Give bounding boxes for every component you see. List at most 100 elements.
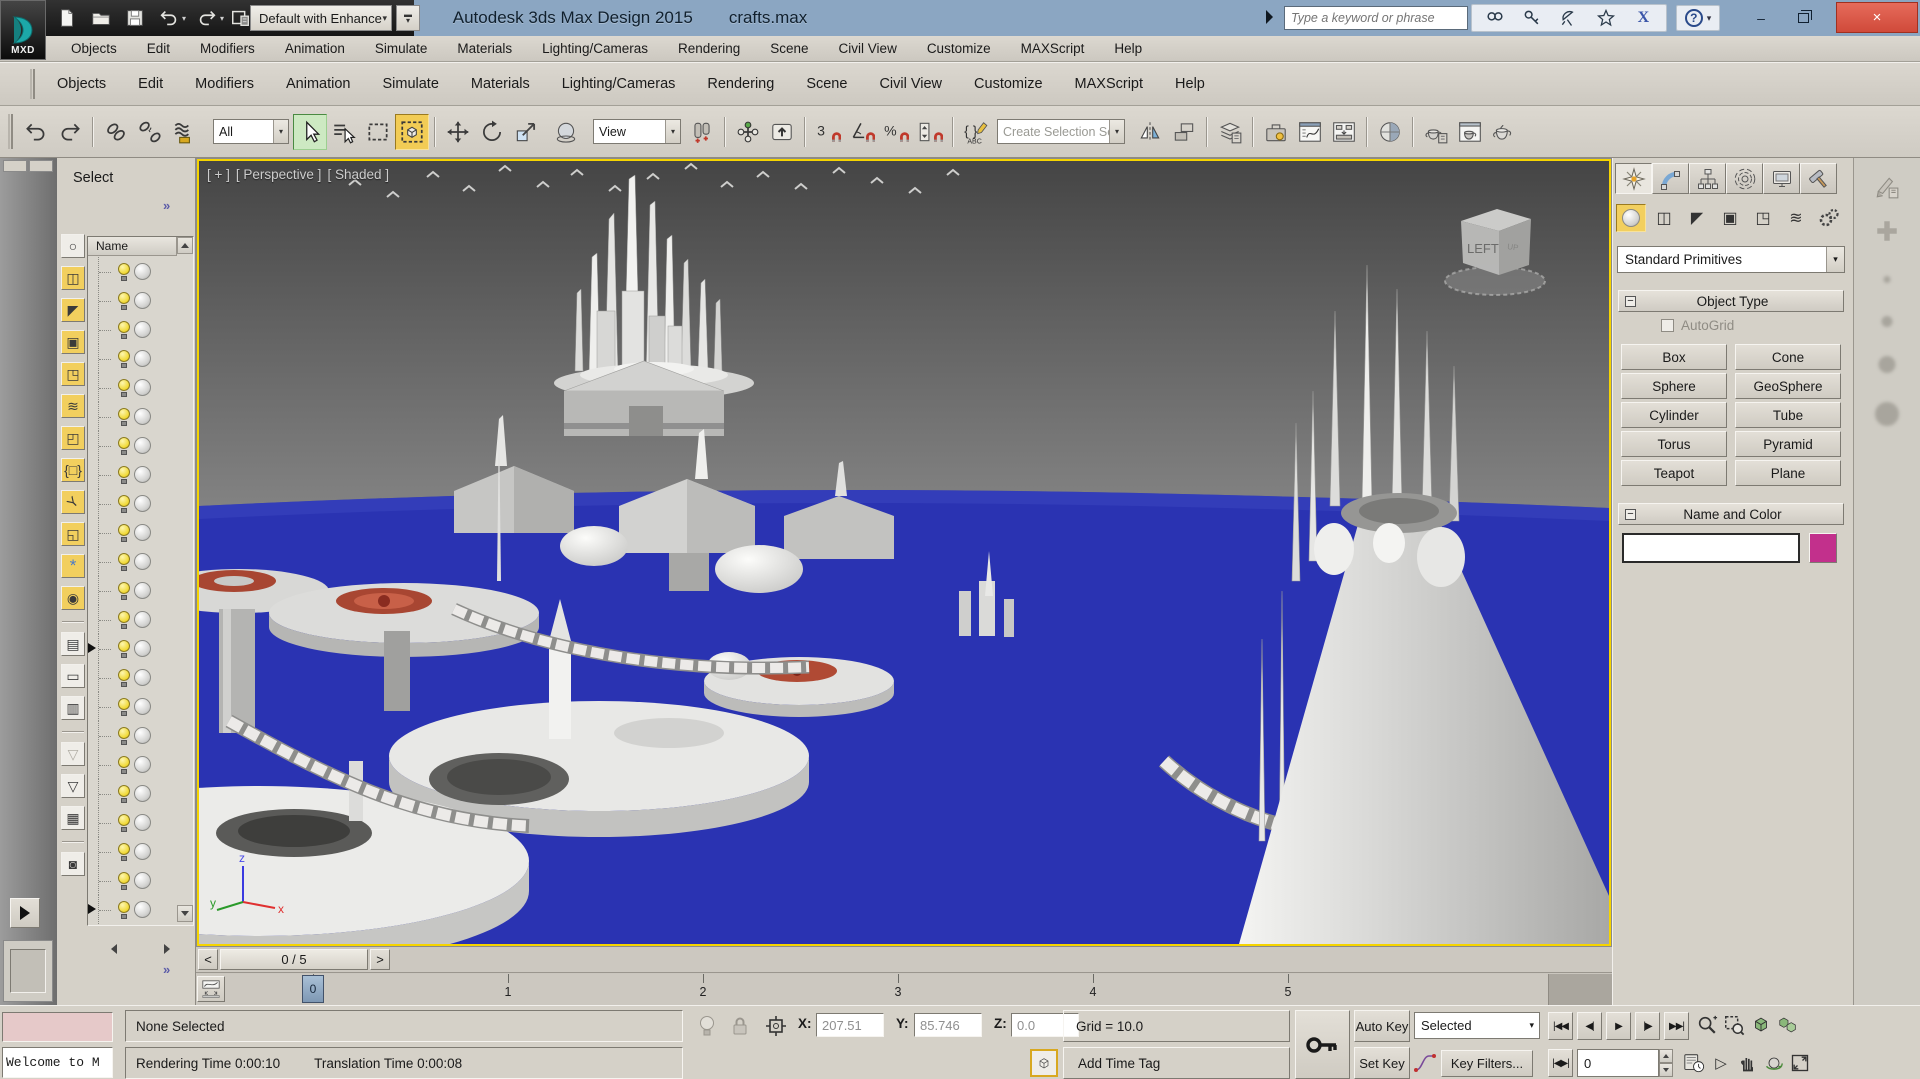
category-systems-icon[interactable] <box>1814 204 1844 232</box>
scene-object-row[interactable] <box>88 808 193 837</box>
tab-hierarchy[interactable] <box>1689 163 1726 194</box>
visibility-bulb-icon[interactable] <box>118 900 131 919</box>
workspace-dropdown[interactable]: Default with Enhance ▾ <box>250 5 392 31</box>
layer-manager-button[interactable] <box>1213 114 1247 150</box>
menu-customize[interactable]: Customize <box>958 76 1059 92</box>
scene-object-row[interactable] <box>88 373 193 402</box>
scroll-right-button[interactable] <box>156 940 178 958</box>
category-lights-icon[interactable]: ◤ <box>1682 204 1712 232</box>
scene-object-row[interactable] <box>88 605 193 634</box>
visibility-bulb-icon[interactable] <box>118 813 131 832</box>
category-geometry-icon[interactable] <box>1616 204 1646 232</box>
filter-filter-config-icon[interactable]: ▽ <box>61 774 85 798</box>
menu-lighting-cameras[interactable]: Lighting/Cameras <box>546 76 692 92</box>
set-key-button[interactable]: Set Key <box>1354 1047 1410 1079</box>
previous-frame-button[interactable]: ◀| <box>1577 1012 1602 1040</box>
y-coordinate-field[interactable]: 85.746 <box>914 1013 982 1037</box>
tube-button[interactable]: Tube <box>1735 402 1841 428</box>
perspective-viewport[interactable]: [ + ] [ Perspective ] [ Shaded ] LEFT UP… <box>196 158 1612 947</box>
application-menu-button[interactable]: MXD <box>0 0 46 60</box>
scene-object-row[interactable] <box>88 837 193 866</box>
visibility-bulb-icon[interactable] <box>118 465 131 484</box>
scene-object-row[interactable] <box>88 547 193 576</box>
visibility-bulb-icon[interactable] <box>118 262 131 281</box>
menu-edit[interactable]: Edit <box>132 41 185 56</box>
filter-geometry-icon[interactable]: ○ <box>61 234 85 258</box>
go-to-end-button[interactable]: ▶▶| <box>1664 1012 1689 1040</box>
frame-spinner[interactable] <box>1659 1049 1673 1077</box>
menu-edit[interactable]: Edit <box>122 76 179 92</box>
select-and-place-button[interactable] <box>549 114 583 150</box>
filter-display-some-icon[interactable]: ▥ <box>61 696 85 720</box>
menu-customize[interactable]: Customize <box>912 41 1006 56</box>
filter-assemblies-icon[interactable]: {□} <box>61 458 85 482</box>
explorer-expand-button[interactable]: » <box>163 198 170 213</box>
select-and-manipulate-button[interactable] <box>731 114 765 150</box>
toolbar-overflow-button[interactable]: ▬ ▾ <box>396 5 420 31</box>
scene-object-row[interactable] <box>88 431 193 460</box>
object-name-input[interactable] <box>1622 533 1800 563</box>
auto-key-button[interactable]: Auto Key <box>1354 1010 1410 1042</box>
curve-editor-button[interactable] <box>1293 114 1327 150</box>
scene-states-button[interactable] <box>1259 114 1293 150</box>
scroll-left-button[interactable] <box>103 940 125 958</box>
expand-panel-button[interactable] <box>10 898 40 928</box>
teapot-button[interactable]: Teapot <box>1621 460 1727 486</box>
select-by-name-button[interactable] <box>327 114 361 150</box>
open-mini-curve-editor-button[interactable] <box>197 976 225 1002</box>
key-mode-dropdown[interactable]: Selected ▾ <box>1414 1012 1540 1039</box>
pyramid-button[interactable]: Pyramid <box>1735 431 1841 457</box>
select-and-rotate-button[interactable] <box>475 114 509 150</box>
scene-object-row[interactable] <box>88 489 193 518</box>
filter-archive-icon[interactable]: ▦ <box>61 806 85 830</box>
scene-object-row[interactable] <box>88 663 193 692</box>
select-object-button[interactable] <box>293 113 327 150</box>
visibility-bulb-icon[interactable] <box>118 726 131 745</box>
schematic-view-button[interactable] <box>1327 114 1361 150</box>
visibility-bulb-icon[interactable] <box>118 871 131 890</box>
name-column-header[interactable]: Name <box>88 237 177 256</box>
scene-object-row[interactable] <box>88 866 193 895</box>
category-helpers-icon[interactable]: ◳ <box>1748 204 1778 232</box>
expand-arrow-icon[interactable] <box>88 904 96 914</box>
visibility-bulb-icon[interactable] <box>118 697 131 716</box>
scene-object-row[interactable] <box>88 518 193 547</box>
scene-object-row[interactable] <box>88 692 193 721</box>
menu-help[interactable]: Help <box>1099 41 1157 56</box>
primitive-category-dropdown[interactable]: Standard Primitives ▾ <box>1617 246 1845 273</box>
menu-help[interactable]: Help <box>1159 76 1221 92</box>
geosphere-button[interactable]: GeoSphere <box>1735 373 1841 399</box>
bind-to-space-warp-button[interactable] <box>167 114 201 150</box>
menu-materials[interactable]: Materials <box>455 76 546 92</box>
previous-frame-slider-button[interactable]: < <box>198 949 218 970</box>
filter-lights-icon[interactable]: ◤ <box>61 298 85 322</box>
scroll-down-button[interactable] <box>177 905 193 922</box>
help-button[interactable]: ? ▾ <box>1676 5 1720 31</box>
scene-object-row[interactable] <box>88 315 193 344</box>
scene-object-row[interactable] <box>88 286 193 315</box>
x-coordinate-field[interactable]: 207.51 <box>816 1013 884 1037</box>
visibility-bulb-icon[interactable] <box>118 610 131 629</box>
angle-snap-button[interactable] <box>845 114 879 150</box>
play-button[interactable]: ▶ <box>1606 1012 1631 1040</box>
viewport-pov-menu[interactable]: [ Perspective ] <box>236 167 322 182</box>
scroll-up-button[interactable] <box>177 237 193 254</box>
redo-button[interactable] <box>53 114 87 150</box>
scene-object-row[interactable] <box>88 460 193 489</box>
toolbar-grip-handle[interactable] <box>8 113 13 150</box>
window-crossing-button[interactable] <box>395 113 429 150</box>
time-slider-track[interactable]: < 0 / 5 > <box>196 947 1612 973</box>
absolute-offset-mode-icon[interactable] <box>764 1014 788 1038</box>
box-button[interactable]: Box <box>1621 344 1727 370</box>
next-frame-slider-button[interactable]: > <box>370 949 390 970</box>
torus-button[interactable]: Torus <box>1621 431 1727 457</box>
scene-object-row[interactable] <box>88 576 193 605</box>
menu-scene[interactable]: Scene <box>755 41 823 56</box>
render-setup-button[interactable] <box>1419 114 1453 150</box>
collapsed-panel-tab[interactable] <box>3 160 27 172</box>
visibility-bulb-icon[interactable] <box>118 552 131 571</box>
explorer-expand-bottom-button[interactable]: » <box>163 962 170 977</box>
percent-snap-button[interactable]: % <box>879 114 913 150</box>
tab-motion[interactable] <box>1726 163 1763 194</box>
tab-modify[interactable] <box>1652 163 1689 194</box>
